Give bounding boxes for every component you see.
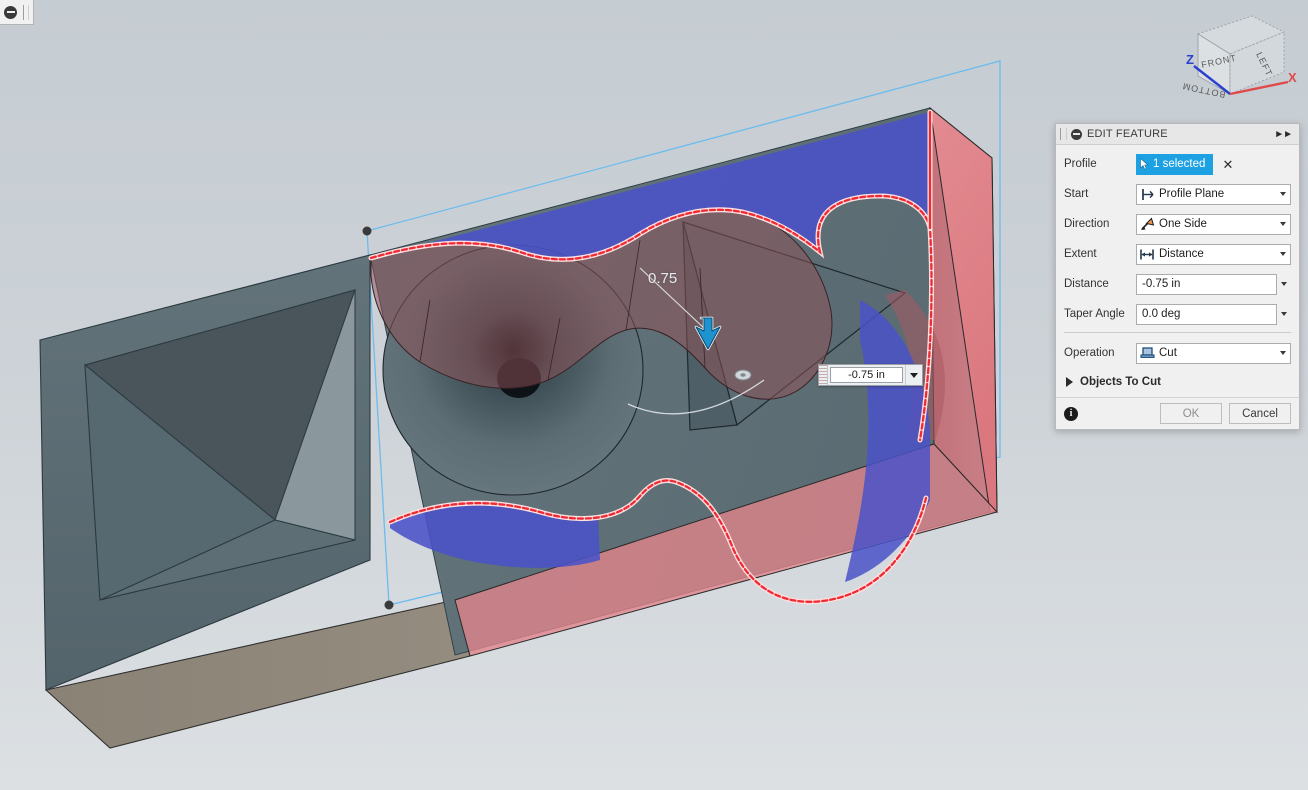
dialog-body: Profile 1 selected ✕ Start Profile Plane [1056,145,1299,397]
cursor-arrow-icon [1140,158,1149,170]
distance-value: -0.75 in [1142,278,1181,290]
row-distance: Distance -0.75 in [1064,272,1291,296]
3d-viewport[interactable] [0,0,1060,790]
row-start: Start Profile Plane [1064,182,1291,206]
dialog-title: EDIT FEATURE [1087,128,1168,140]
profile-plane-icon [1137,188,1157,201]
toolbar-drag-grip[interactable] [23,4,29,20]
chevron-down-icon[interactable] [1276,185,1290,204]
cut-operation-icon [1137,346,1157,360]
taper-angle-value: 0.0 deg [1142,308,1181,320]
distance-dropdown-caret-icon[interactable] [1277,282,1291,286]
one-side-arrow-icon [1137,217,1157,231]
extent-dropdown[interactable]: Distance [1136,243,1291,265]
inline-distance-dropdown[interactable] [905,365,922,385]
profile-chip-text: 1 selected [1153,158,1206,170]
label-operation: Operation [1064,347,1115,359]
model-scene [39,60,1001,749]
triangle-right-icon [1066,377,1073,387]
chevron-down-icon[interactable] [1276,245,1290,264]
extent-value: Distance [1159,248,1204,260]
label-taper-angle: Taper Angle [1064,308,1125,320]
row-direction: Direction One Side [1064,212,1291,236]
viewcube-axis-z: Z [1186,52,1194,67]
distance-input[interactable]: -0.75 in [1136,273,1277,295]
inline-input-grip-icon[interactable] [819,365,828,385]
profile-selection-chip[interactable]: 1 selected [1136,153,1214,175]
start-dropdown[interactable]: Profile Plane [1136,183,1291,205]
distance-arrow-icon [1137,248,1157,261]
chevron-down-icon[interactable] [1276,344,1290,363]
close-x-icon[interactable]: ✕ [1222,158,1233,171]
row-taper-angle: Taper Angle 0.0 deg [1064,302,1291,326]
inline-distance-value[interactable]: -0.75 in [830,367,903,383]
fusion-cad-window: 0.75 -0.75 in FRONT LEFT BOTTOM Z X EDIT… [0,0,1308,790]
operation-dropdown[interactable]: Cut [1136,342,1291,364]
chevron-down-icon[interactable] [1276,215,1290,234]
edit-feature-dialog[interactable]: EDIT FEATURE ►► Profile 1 selected ✕ Sta… [1055,123,1300,430]
row-extent: Extent Distance [1064,242,1291,266]
direction-value: One Side [1159,218,1207,230]
label-profile: Profile [1064,158,1097,170]
cancel-button[interactable]: Cancel [1229,403,1291,424]
view-cube[interactable]: FRONT LEFT BOTTOM Z X [1180,6,1300,114]
start-value: Profile Plane [1159,188,1225,200]
dialog-footer: i OK Cancel [1056,397,1299,429]
ok-button[interactable]: OK [1160,403,1222,424]
viewcube-axis-x: X [1288,70,1297,85]
dialog-drag-grip[interactable] [1060,128,1067,140]
label-distance: Distance [1064,278,1109,290]
minus-circle-icon[interactable] [1071,128,1082,140]
chevron-down-icon [910,372,918,378]
minus-circle-icon[interactable] [4,5,17,19]
label-start: Start [1064,188,1089,200]
objects-to-cut-expander[interactable]: Objects To Cut [1064,371,1291,393]
taper-angle-input[interactable]: 0.0 deg [1136,303,1277,325]
direction-dropdown[interactable]: One Side [1136,213,1291,235]
row-profile: Profile 1 selected ✕ [1064,152,1291,176]
row-operation: Operation Cut [1064,341,1291,365]
objects-to-cut-label: Objects To Cut [1080,376,1161,388]
double-chevron-right-icon[interactable]: ►► [1274,129,1295,140]
section-divider [1064,332,1291,333]
taper-angle-dropdown-caret-icon[interactable] [1277,312,1291,316]
dialog-header[interactable]: EDIT FEATURE ►► [1056,124,1299,145]
floating-mini-toolbar[interactable] [0,0,34,25]
info-icon[interactable]: i [1064,406,1078,421]
operation-value: Cut [1159,347,1177,359]
label-extent: Extent [1064,248,1097,260]
label-direction: Direction [1064,218,1110,230]
inline-distance-input[interactable]: -0.75 in [818,364,923,386]
